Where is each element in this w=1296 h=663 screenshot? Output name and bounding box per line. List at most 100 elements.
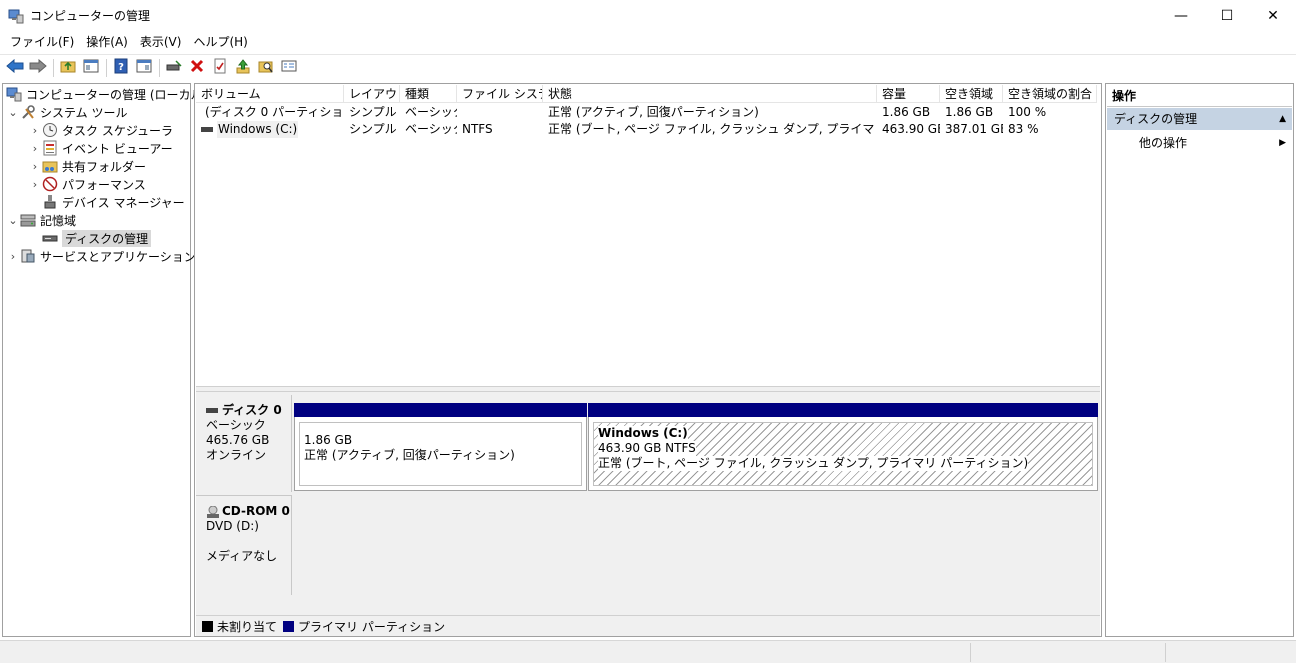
volume-row[interactable]: (ディスク 0 パーティション 1) シンプル ベーシック 正常 (アクティブ,…	[196, 104, 1097, 121]
partition-size: 1.86 GB	[304, 433, 353, 447]
back-button[interactable]	[4, 57, 26, 79]
column-status[interactable]: 状態	[543, 85, 877, 103]
console-tree-pane: コンピューターの管理 (ローカル) ⌄ システム ツール › タスク スケジュー…	[2, 83, 207, 637]
actions-group-label: ディスクの管理	[1114, 112, 1198, 126]
status-bar	[0, 640, 1296, 663]
disk-0-label[interactable]: ディスク 0 ベーシック 465.76 GB オンライン	[196, 395, 292, 492]
toolbar-separator	[53, 58, 54, 77]
tree-item-services-apps[interactable]: › サービスとアプリケーション	[6, 247, 196, 265]
disk-0-row: ディスク 0 ベーシック 465.76 GB オンライン 1.86 GB 正常 …	[196, 395, 1100, 492]
maximize-button[interactable]: ☐	[1204, 0, 1250, 31]
tree-label: 記憶域	[40, 213, 77, 228]
cdrom-name: CD-ROM 0	[222, 504, 290, 518]
view-button[interactable]	[278, 57, 300, 79]
primary-partition-bar	[294, 403, 587, 417]
up-folder-icon	[60, 58, 76, 77]
volume-row[interactable]: Windows (C:) シンプル ベーシック NTFS 正常 (ブート, ペー…	[196, 121, 1097, 138]
actions-group-disk-management[interactable]: ディスクの管理 ▲	[1107, 108, 1292, 130]
column-volume[interactable]: ボリューム	[196, 85, 344, 103]
chevron-right-icon[interactable]: ›	[28, 178, 42, 191]
tree-item-device-manager[interactable]: デバイス マネージャー	[28, 193, 185, 211]
status-segment	[970, 643, 971, 662]
tree-item-performance[interactable]: › パフォーマンス	[28, 175, 146, 193]
cdrom-0-label[interactable]: CD-ROM 0 DVD (D:) メディアなし	[196, 495, 292, 595]
tree-item-storage[interactable]: ⌄ 記憶域	[6, 211, 76, 229]
partition-status: 正常 (アクティブ, 回復パーティション)	[304, 448, 515, 462]
legend: 未割り当て プライマリ パーティション	[196, 615, 1100, 636]
tree-item-shared-folders[interactable]: › 共有フォルダー	[28, 157, 146, 175]
partition-recovery[interactable]: 1.86 GB 正常 (アクティブ, 回復パーティション)	[294, 403, 587, 491]
help-button[interactable]: ?	[110, 57, 132, 79]
column-filesystem[interactable]: ファイル システム	[457, 85, 543, 103]
tree-label: イベント ビューアー	[62, 141, 173, 156]
column-layout[interactable]: レイアウト	[344, 85, 400, 103]
disk-management-pane: ボリューム レイアウト 種類 ファイル システム 状態 容量 空き領域 空き領域…	[194, 83, 1102, 637]
up-folder-button[interactable]	[57, 57, 79, 79]
volume-percent: 100 %	[1008, 105, 1047, 119]
disk-size: 465.76 GB	[206, 433, 270, 447]
status-segment	[1165, 643, 1166, 662]
chevron-down-icon[interactable]: ⌄	[6, 214, 20, 227]
menu-file[interactable]: ファイル(F)	[4, 31, 80, 53]
column-percent-free[interactable]: 空き領域の割合	[1003, 85, 1097, 103]
forward-button[interactable]	[27, 57, 49, 79]
minimize-icon: —	[1174, 7, 1188, 24]
column-type[interactable]: 種類	[400, 85, 457, 103]
chevron-right-icon[interactable]: ›	[6, 250, 20, 263]
menu-action[interactable]: 操作(A)	[80, 31, 134, 53]
tools-icon	[20, 104, 36, 120]
up-arrow-icon	[235, 58, 251, 77]
chevron-right-icon[interactable]: ›	[28, 124, 42, 137]
minimize-button[interactable]: —	[1158, 0, 1204, 31]
show-hide-tree-button[interactable]	[80, 57, 102, 79]
tree-item-task-scheduler[interactable]: › タスク スケジューラ	[28, 121, 173, 139]
actions-pane: 操作 ディスクの管理 ▲ 他の操作 ▶	[1105, 83, 1294, 637]
chevron-right-icon[interactable]: ›	[28, 160, 42, 173]
unallocated-swatch	[202, 620, 213, 632]
tree-item-system-tools[interactable]: ⌄ システム ツール	[6, 103, 127, 121]
volume-free: 387.01 GB	[945, 122, 1003, 136]
connect-drive-button[interactable]	[163, 57, 185, 79]
menu-view[interactable]: 表示(V)	[134, 31, 188, 53]
close-button[interactable]: ✕	[1250, 0, 1296, 31]
computer-management-icon	[8, 8, 24, 24]
collapse-up-icon[interactable]: ▲	[1279, 108, 1286, 130]
volume-status: 正常 (ブート, ページ ファイル, クラッシュ ダンプ, プライマリ パーティ…	[548, 122, 877, 136]
primary-partition-bar	[588, 403, 1098, 417]
forward-arrow-icon	[29, 58, 47, 76]
partition-windows-c[interactable]: Windows (C:) 463.90 GB NTFS 正常 (ブート, ページ…	[588, 403, 1098, 491]
legend-unallocated: 未割り当て	[217, 619, 278, 634]
help-icon: ?	[113, 58, 129, 77]
chevron-down-icon[interactable]: ⌄	[6, 106, 20, 119]
list-view-icon	[281, 58, 297, 77]
primary-partition-swatch	[283, 620, 295, 632]
partition-status: 正常 (ブート, ページ ファイル, クラッシュ ダンプ, プライマリ パーティ…	[598, 456, 1029, 471]
services-icon	[20, 248, 36, 264]
volume-percent: 83 %	[1008, 122, 1039, 136]
column-capacity[interactable]: 容量	[877, 85, 940, 103]
cdrom-media: メディアなし	[206, 549, 278, 563]
tree-item-root[interactable]: コンピューターの管理 (ローカル)	[6, 85, 207, 103]
chevron-right-icon[interactable]: ›	[28, 142, 42, 155]
disk-state: オンライン	[206, 448, 267, 462]
show-action-pane-button[interactable]	[133, 57, 155, 79]
menu-bar: ファイル(F) 操作(A) 表示(V) ヘルプ(H)	[0, 31, 1296, 53]
delete-button[interactable]	[186, 57, 208, 79]
checklist-icon	[212, 58, 228, 77]
search-button[interactable]	[255, 57, 277, 79]
maximize-icon: ☐	[1220, 7, 1234, 24]
column-free-space[interactable]: 空き領域	[940, 85, 1003, 103]
tree-label: デバイス マネージャー	[62, 195, 185, 210]
menu-help[interactable]: ヘルプ(H)	[187, 31, 253, 53]
tree-label: ディスクの管理	[62, 229, 152, 247]
toolbar: ?	[0, 54, 1296, 80]
actions-header: 操作	[1107, 85, 1292, 107]
export-button[interactable]	[232, 57, 254, 79]
tree-item-event-viewer[interactable]: › イベント ビューアー	[28, 139, 173, 157]
properties-button[interactable]	[209, 57, 231, 79]
action-more-actions[interactable]: 他の操作 ▶	[1107, 133, 1292, 153]
tree-item-disk-management[interactable]: ディスクの管理	[28, 229, 152, 247]
partition-size: 463.90 GB NTFS	[598, 441, 696, 456]
delete-x-icon	[189, 58, 205, 77]
legend-primary: プライマリ パーティション	[298, 619, 446, 634]
